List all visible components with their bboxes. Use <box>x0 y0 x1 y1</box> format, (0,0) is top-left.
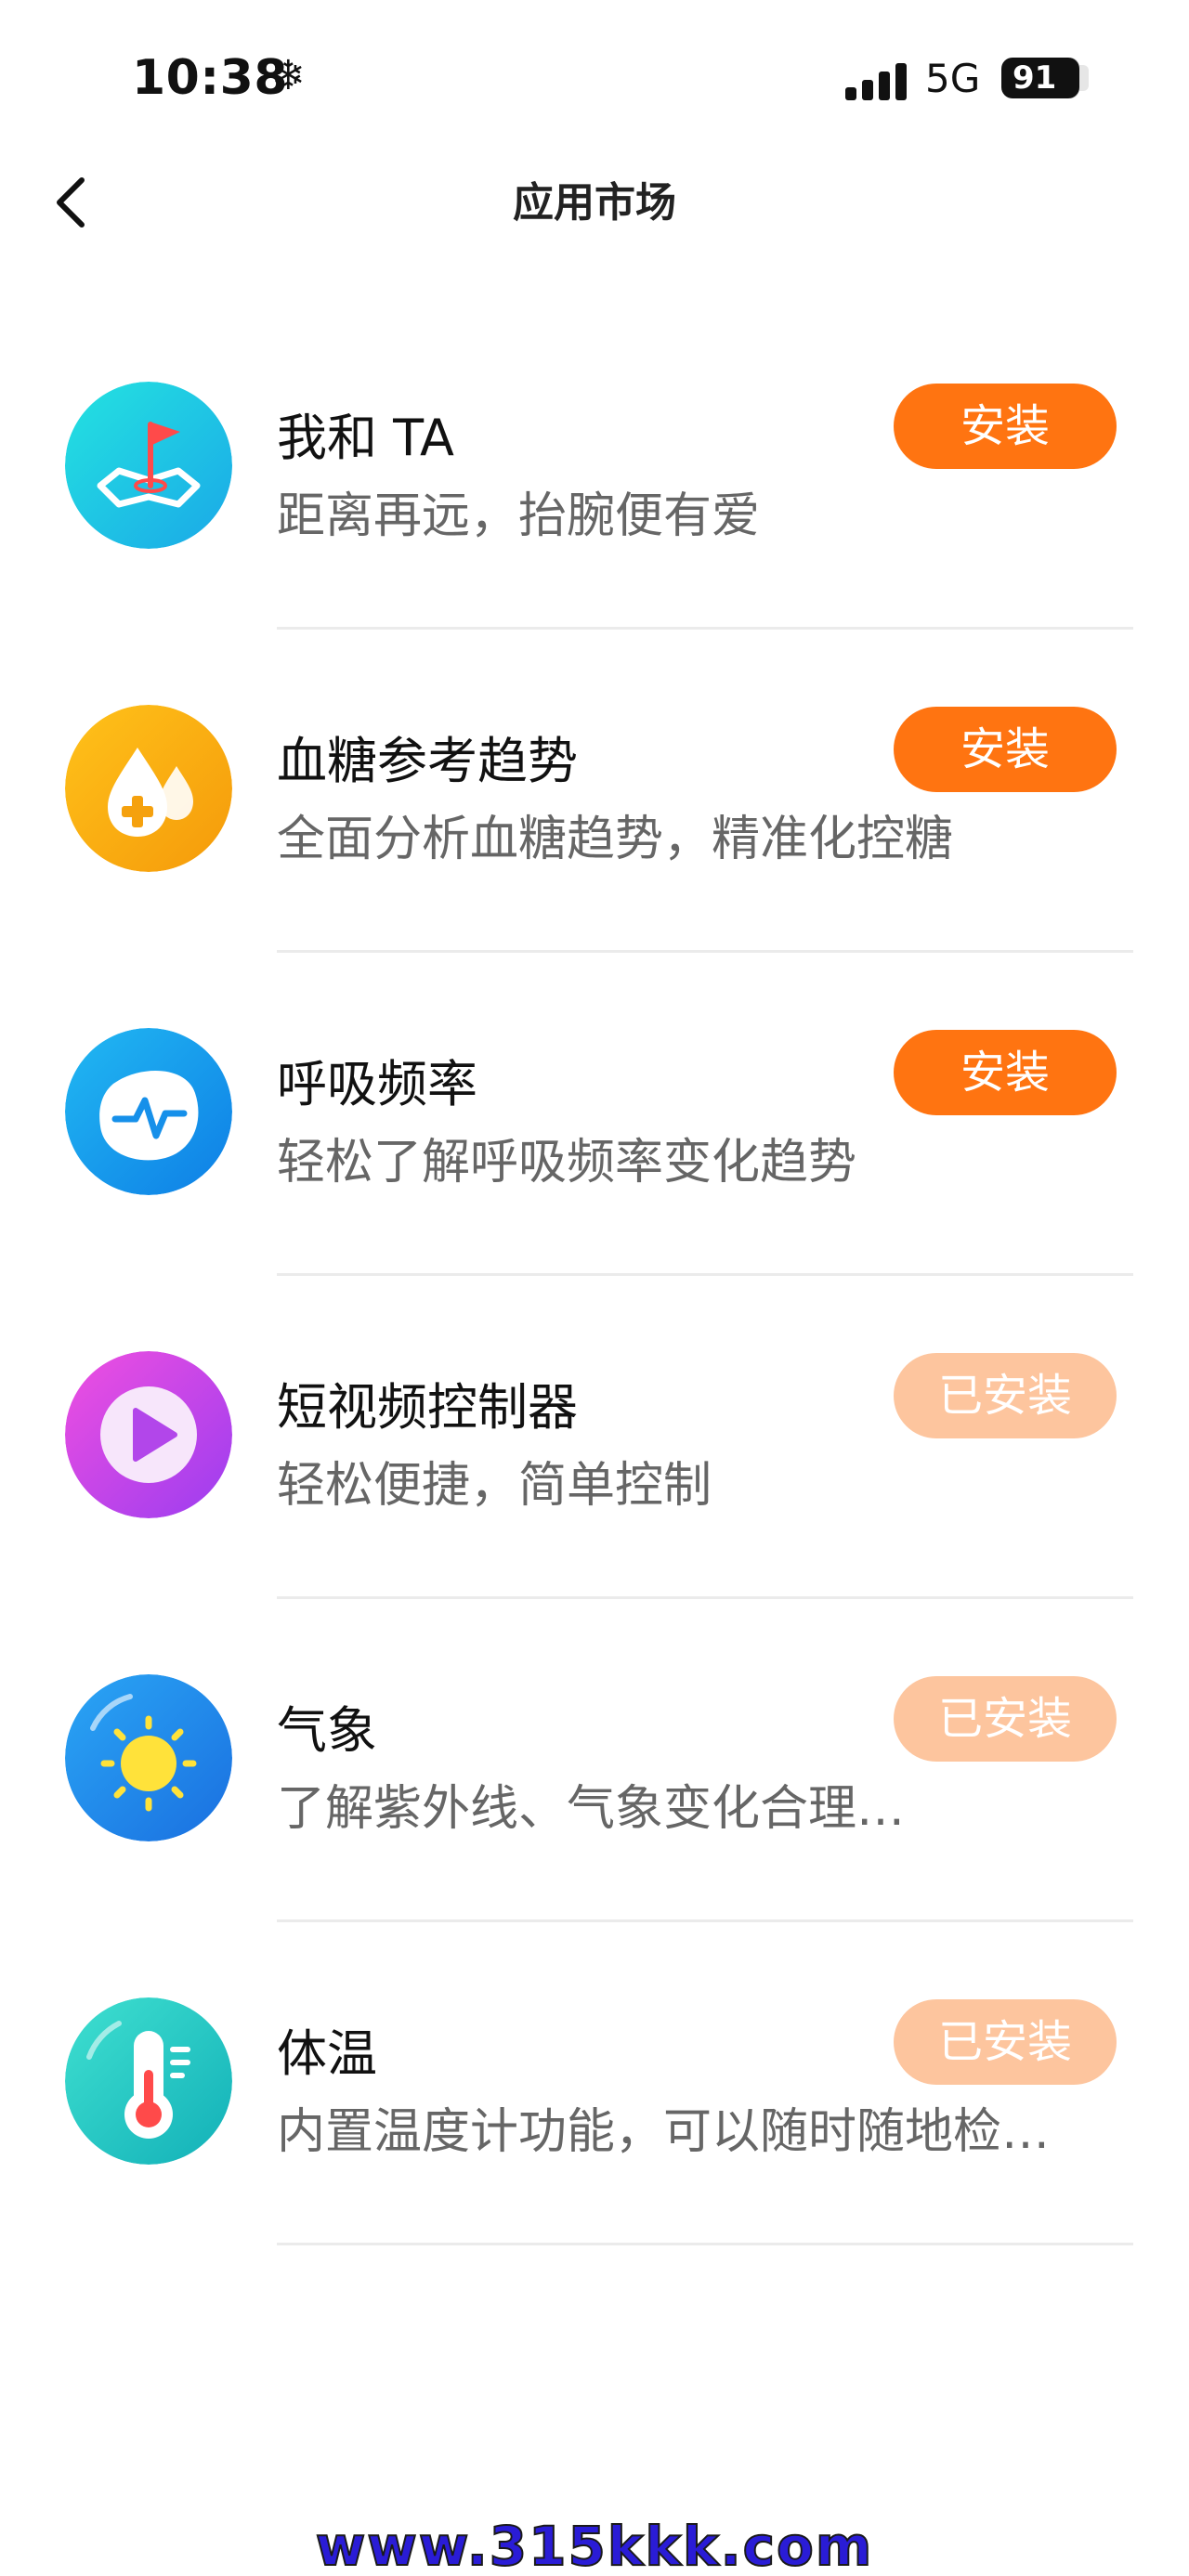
cellular-signal-icon <box>845 61 908 100</box>
app-description: 轻松了解呼吸频率变化趋势 <box>277 1135 857 1190</box>
app-description: 内置温度计功能，可以随时随地检… <box>277 2104 1051 2160</box>
app-name: 短视频控制器 <box>277 1378 578 1437</box>
app-description: 距离再远，抬腕便有爱 <box>277 488 761 544</box>
battery-icon: 91 <box>1001 58 1089 98</box>
breath-wave-icon <box>65 1028 232 1195</box>
app-description: 轻松便捷，简单控制 <box>277 1458 712 1514</box>
nav-bar: 应用市场 <box>0 149 1189 255</box>
app-name: 血糖参考趋势 <box>277 732 578 790</box>
divider <box>277 950 1133 953</box>
install-button[interactable]: 安装 <box>894 384 1117 469</box>
app-description: 了解紫外线、气象变化合理… <box>277 1781 906 1837</box>
watermark: www.315kkk.com <box>315 2514 874 2576</box>
blood-drop-icon <box>65 705 232 872</box>
install-button[interactable]: 安装 <box>894 1030 1117 1115</box>
divider <box>277 2243 1133 2245</box>
app-item-breathing-rate[interactable]: 呼吸频率 轻松了解呼吸频率变化趋势 安装 <box>0 1022 1189 1346</box>
app-name: 呼吸频率 <box>277 1055 477 1113</box>
page-title: 应用市场 <box>513 179 676 227</box>
app-name: 气象 <box>277 1701 377 1760</box>
app-item-weather[interactable]: 气象 了解紫外线、气象变化合理… 已安装 <box>0 1669 1189 1992</box>
divider <box>277 1596 1133 1599</box>
divider <box>277 627 1133 630</box>
installed-button[interactable]: 已安装 <box>894 1353 1117 1438</box>
installed-button[interactable]: 已安装 <box>894 1999 1117 2085</box>
network-type: 5G <box>925 56 981 101</box>
battery-level: 91 <box>1001 58 1079 98</box>
divider <box>277 1273 1133 1276</box>
app-item-video-controller[interactable]: 短视频控制器 轻松便捷，简单控制 已安装 <box>0 1346 1189 1669</box>
app-item-wo-he-ta[interactable]: 我和 TA 距离再远，抬腕便有爱 安装 <box>0 376 1189 699</box>
snowflake-icon: ❄ <box>271 52 306 99</box>
divider <box>277 1919 1133 1922</box>
status-time: 10:38 <box>132 50 289 106</box>
map-flag-icon <box>65 382 232 549</box>
app-list: 我和 TA 距离再远，抬腕便有爱 安装 血糖参考趋势 全面分析血糖趋势，精准化控… <box>0 376 1189 2315</box>
install-button[interactable]: 安装 <box>894 707 1117 792</box>
app-market-page: 10:38 ❄ 5G 91 应用市场 我和 TA 距离再远，抬腕便有爱 安装 血… <box>0 0 1189 2576</box>
app-item-blood-sugar[interactable]: 血糖参考趋势 全面分析血糖趋势，精准化控糖 安装 <box>0 699 1189 1022</box>
installed-button[interactable]: 已安装 <box>894 1676 1117 1762</box>
app-item-body-temperature[interactable]: 体温 内置温度计功能，可以随时随地检… 已安装 <box>0 1992 1189 2315</box>
status-bar: 10:38 ❄ 5G 91 <box>0 0 1189 149</box>
thermometer-icon <box>65 1997 232 2165</box>
play-icon <box>65 1351 232 1518</box>
app-name: 体温 <box>277 2024 377 2083</box>
app-name: 我和 TA <box>277 409 454 467</box>
sun-icon <box>65 1674 232 1841</box>
app-description: 全面分析血糖趋势，精准化控糖 <box>277 812 954 867</box>
